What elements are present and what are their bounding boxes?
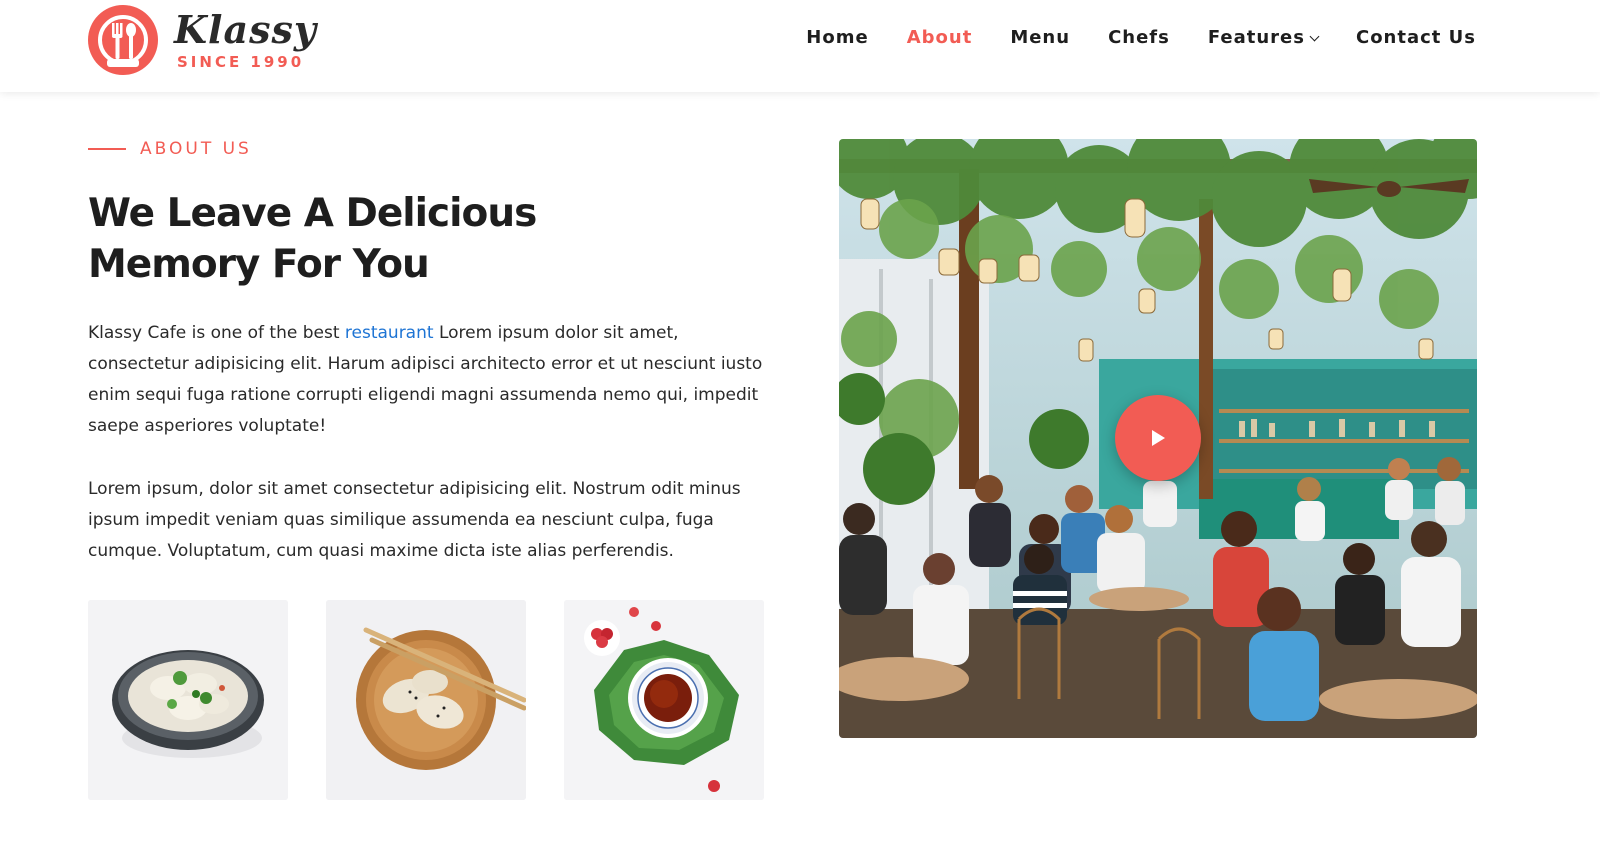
nav-contact-us[interactable]: Contact Us	[1356, 27, 1476, 48]
section-tag-line	[88, 148, 126, 150]
section-tag: ABOUT US	[88, 139, 252, 159]
main-nav: Home About Menu Chefs Features Contact U…	[768, 27, 1476, 48]
section-heading: We Leave A Delicious Memory For You	[88, 188, 648, 290]
chevron-down-icon	[1309, 31, 1320, 41]
about-paragraph-2: Lorem ipsum, dolor sit amet consectetur …	[88, 479, 741, 561]
nav-chefs[interactable]: Chefs	[1108, 27, 1170, 48]
nav-about[interactable]: About	[907, 27, 973, 48]
brand-name: Klassy	[174, 7, 317, 52]
nav-features[interactable]: Features	[1207, 27, 1320, 48]
thumbnail-dumplings-bowl	[88, 600, 288, 800]
site-header: Klassy SINCE 1990 Home About Menu Chefs …	[0, 0, 1600, 92]
thumbnail-tea-cup-raspberries	[564, 600, 764, 800]
about-paragraph-1: Klassy Cafe is one of the best restauran…	[88, 318, 768, 442]
brand-logo[interactable]: Klassy SINCE 1990	[88, 5, 316, 77]
brand-tagline: SINCE 1990	[177, 53, 305, 71]
thumbnail-dumplings-wooden-plate	[326, 600, 526, 800]
nav-features-label: Features	[1207, 27, 1305, 48]
restaurant-link[interactable]: restaurant	[345, 323, 434, 343]
heading-line-1: We Leave A Delicious	[88, 191, 537, 236]
play-icon[interactable]	[1115, 395, 1201, 481]
section-tag-text: ABOUT US	[140, 139, 252, 159]
nav-menu[interactable]: Menu	[1010, 27, 1070, 48]
para1-text-before: Klassy Cafe is one of the best	[88, 323, 345, 343]
nav-home[interactable]: Home	[806, 27, 868, 48]
fork-spoon-plate-icon	[88, 5, 158, 75]
heading-line-2: Memory For You	[88, 242, 430, 287]
